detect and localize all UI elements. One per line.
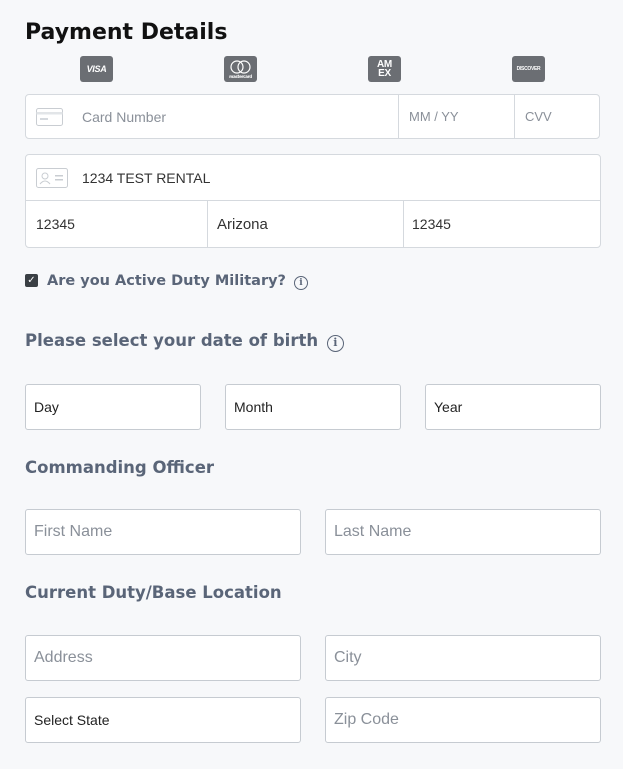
military-label-text: Are you Active Duty Military? [47,273,286,289]
billing-input-group: 1234 TEST RENTAL 12345 Arizona 12345 [25,154,601,248]
contact-card-icon [36,155,68,200]
officer-first-name-input[interactable]: First Name [25,509,301,555]
cvv-input[interactable]: CVV [525,95,599,138]
amex-text: AMEX [377,59,392,79]
divider [514,95,515,138]
duty-city-input[interactable]: City [325,635,601,681]
expiry-input[interactable]: MM / YY [409,95,514,138]
divider [207,201,208,247]
military-label: Are you Active Duty Military? i [47,273,309,290]
card-input-group: Card Number MM / YY CVV [25,94,600,139]
discover-logo: DISCOVER [512,56,545,82]
mastercard-text: mastercard [229,74,252,79]
duty-heading: Current Duty/Base Location [25,583,282,602]
amex-logo: AMEX [368,56,401,82]
billing-zip-input[interactable]: 12345 [36,201,206,247]
billing-postal-input[interactable]: 12345 [412,201,590,247]
officer-last-name-input[interactable]: Last Name [325,509,601,555]
info-icon[interactable]: i [294,276,309,290]
credit-card-icon [36,95,63,138]
dob-day-select[interactable]: Day [25,384,201,430]
cardholder-name-input[interactable]: 1234 TEST RENTAL [82,155,590,200]
dob-year-select[interactable]: Year [425,384,601,430]
dob-month-select[interactable]: Month [225,384,401,430]
duty-state-select[interactable]: Select State [25,697,301,743]
divider [398,95,399,138]
duty-address-input[interactable]: Address [25,635,301,681]
duty-zip-input[interactable]: Zip Code [325,697,601,743]
dob-heading: Please select your date of birth i [25,331,344,352]
page-title: Payment Details [25,20,228,45]
info-icon[interactable]: i [326,335,344,352]
visa-logo: VISA [80,56,113,82]
billing-state-select[interactable]: Arizona [217,201,402,247]
divider [403,201,404,247]
mastercard-logo: mastercard [224,56,257,82]
dob-heading-text: Please select your date of birth [25,331,319,350]
officer-heading: Commanding Officer [25,458,215,477]
mastercard-icon: mastercard [229,60,253,79]
military-checkbox[interactable]: ✓ [25,274,38,287]
card-number-input[interactable]: Card Number [82,95,397,138]
